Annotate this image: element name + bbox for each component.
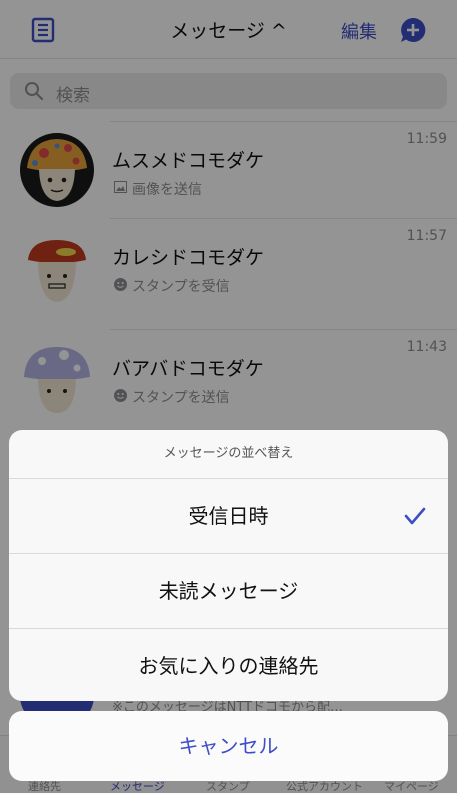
sort-option-favorites[interactable]: お気に入りの連絡先 xyxy=(9,629,448,701)
sort-option-unread[interactable]: 未読メッセージ xyxy=(9,554,448,629)
option-label: お気に入りの連絡先 xyxy=(138,654,319,678)
option-label: 受信日時 xyxy=(188,504,269,528)
sort-option-received-time[interactable]: 受信日時 xyxy=(9,479,448,554)
sort-action-sheet: メッセージの並べ替え 受信日時 未読メッセージ お気に入りの連絡先 xyxy=(9,430,448,701)
sheet-title: メッセージの並べ替え xyxy=(9,430,448,479)
checkmark-icon xyxy=(404,479,426,553)
option-label: 未読メッセージ xyxy=(158,579,299,603)
cancel-button[interactable]: キャンセル xyxy=(9,711,448,781)
